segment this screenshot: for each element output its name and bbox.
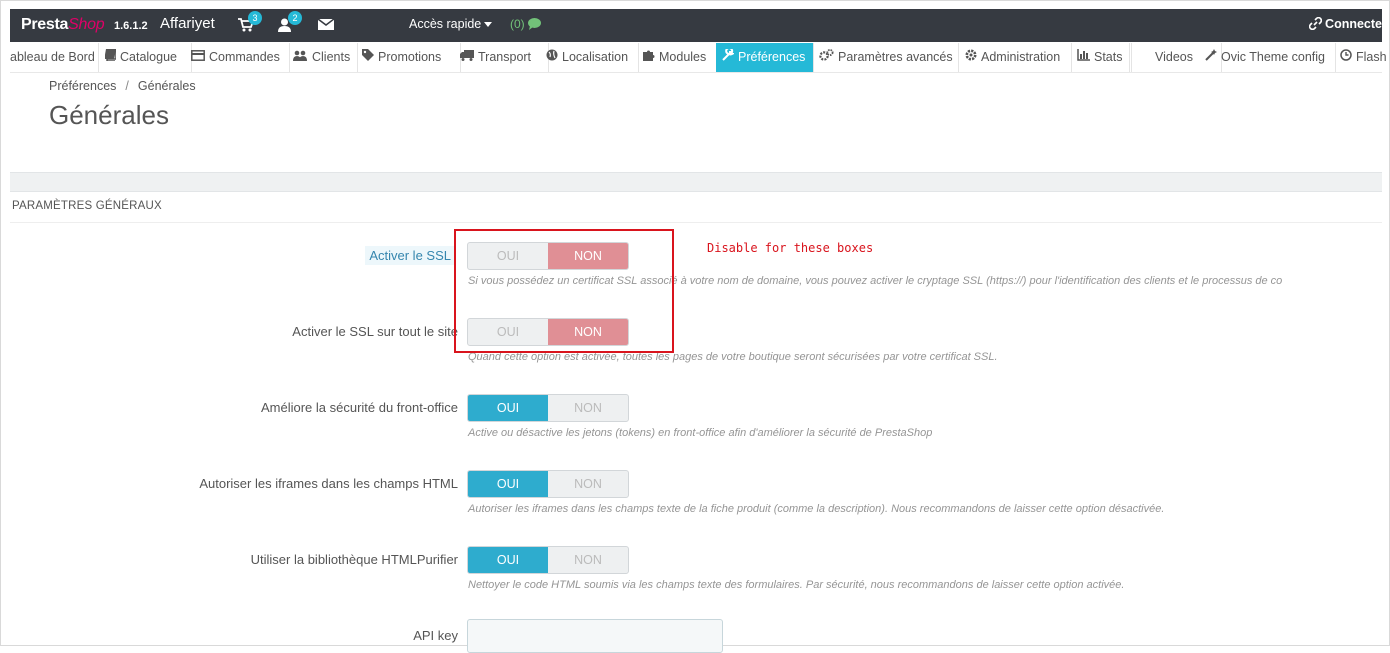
- nav-ovic-theme-config[interactable]: Ovic Theme config: [1198, 43, 1336, 72]
- page-frame: [0, 0, 1390, 646]
- nav-label: Commandes: [209, 50, 280, 64]
- logo-part-1: Presta: [21, 16, 69, 33]
- nav-label: Promotions: [378, 50, 442, 64]
- top-header: PrestaShop 1.6.1.2 Affariyet 3 2 Accès r…: [10, 9, 1382, 42]
- orders-notification[interactable]: 3: [238, 11, 262, 34]
- nav-localization[interactable]: Localisation: [538, 43, 639, 72]
- nav-label: Videos: [1155, 50, 1193, 64]
- toolbar-divider: [10, 172, 1382, 192]
- version-label: 1.6.1.2: [114, 20, 148, 32]
- page-title: Générales: [49, 100, 169, 130]
- breadcrumb: Préférences / Générales: [49, 79, 196, 93]
- front-office-security-label: Améliore la sécurité du front-office: [260, 400, 458, 415]
- nav-label: Catalogue: [120, 50, 177, 64]
- nav-administration[interactable]: Administration: [958, 43, 1072, 72]
- front-office-security-switch[interactable]: OUI NON: [467, 394, 629, 422]
- messages-notification[interactable]: [317, 18, 335, 34]
- nav-label: Administration: [981, 50, 1061, 64]
- htmlpurifier-switch-yes[interactable]: OUI: [468, 547, 548, 573]
- prestashop-logo[interactable]: PrestaShop: [21, 16, 105, 34]
- iframes-switch-no[interactable]: NON: [548, 471, 628, 497]
- front-office-security-switch-no[interactable]: NON: [548, 395, 628, 421]
- nav-label: Paramètres avancés: [838, 50, 953, 64]
- api-key-label: API key: [413, 628, 458, 643]
- envelope-icon: [317, 18, 335, 30]
- nav-label: Stats: [1094, 50, 1123, 64]
- front-office-security-help: Active ou désactive les jetons (tokens) …: [468, 427, 933, 439]
- link-icon: [1308, 16, 1322, 31]
- nav-label: ableau de Bord: [10, 50, 95, 64]
- annotation-highlight-box: [454, 229, 674, 353]
- nav-preferences[interactable]: Préférences: [716, 43, 814, 72]
- nav-label: Modules: [659, 50, 707, 64]
- users-icon: [293, 43, 308, 72]
- nav-label: Flash: [1356, 50, 1387, 64]
- credit-card-icon: [191, 43, 205, 72]
- nav-orders[interactable]: Commandes: [186, 43, 290, 72]
- nav-label: Préférences: [738, 50, 806, 64]
- puzzle-icon: [643, 43, 655, 72]
- nav-catalog[interactable]: Catalogue: [99, 43, 192, 72]
- wrench-icon: [722, 43, 736, 72]
- ssl-everywhere-label: Activer le SSL sur tout le site: [292, 324, 458, 339]
- caret-down-icon: [484, 22, 493, 28]
- clock-icon: [1340, 43, 1352, 72]
- message-count-label: (0): [510, 17, 525, 31]
- nav-modules[interactable]: Modules: [631, 43, 722, 72]
- annotation-text: Disable for these boxes: [707, 241, 874, 255]
- panel-heading: PARAMÈTRES GÉNÉRAUX: [12, 200, 162, 212]
- customers-notification[interactable]: 2: [278, 11, 302, 34]
- iframes-switch[interactable]: OUI NON: [467, 470, 629, 498]
- truck-icon: [460, 43, 474, 72]
- breadcrumb-parent[interactable]: Préférences: [49, 79, 116, 93]
- nav-flash[interactable]: Flash: [1334, 43, 1388, 72]
- api-key-input[interactable]: [467, 619, 723, 653]
- logo-part-2: Shop: [68, 16, 105, 33]
- customer-badge: 2: [288, 11, 302, 25]
- ssl-label[interactable]: Activer le SSL: [365, 246, 455, 265]
- cogs-icon: [819, 43, 834, 72]
- htmlpurifier-switch-no[interactable]: NON: [548, 547, 628, 573]
- nav-advanced-parameters[interactable]: Paramètres avancés: [814, 43, 959, 72]
- htmlpurifier-label: Utiliser la bibliothèque HTMLPurifier: [250, 552, 458, 567]
- main-navigation: ableau de Bord Catalogue Commandes Clien…: [10, 43, 1387, 73]
- connect-label: Connecte: [1325, 17, 1382, 31]
- cart-badge: 3: [248, 11, 262, 25]
- breadcrumb-current: Générales: [137, 79, 196, 93]
- magic-icon: [1205, 43, 1217, 72]
- nav-label: Clients: [312, 50, 351, 64]
- shop-name-link[interactable]: Affariyet: [160, 15, 215, 32]
- iframes-help: Autoriser les iframes dans les champs te…: [468, 503, 1165, 515]
- nav-dashboard[interactable]: ableau de Bord: [10, 43, 99, 72]
- nav-label: Ovic Theme config: [1221, 50, 1325, 64]
- nav-label: Localisation: [562, 50, 629, 64]
- nav-customers[interactable]: Clients: [285, 43, 358, 72]
- panel-divider: [10, 222, 1382, 223]
- nav-stats[interactable]: Stats: [1071, 43, 1130, 72]
- cog-icon: [965, 43, 977, 72]
- breadcrumb-separator: /: [125, 79, 129, 93]
- iframes-switch-yes[interactable]: OUI: [468, 471, 548, 497]
- book-icon: [104, 43, 117, 72]
- nav-label: Transport: [478, 50, 532, 64]
- speech-bubble-icon: [528, 18, 542, 30]
- message-count[interactable]: (0): [510, 17, 542, 31]
- globe-icon: [546, 43, 558, 72]
- htmlpurifier-help: Nettoyer le code HTML soumis via les cha…: [468, 579, 1125, 591]
- quick-access-label: Accès rapide: [409, 17, 482, 31]
- nav-promotions[interactable]: Promotions: [350, 43, 461, 72]
- htmlpurifier-switch[interactable]: OUI NON: [467, 546, 629, 574]
- tag-icon: [362, 43, 374, 72]
- connect-link[interactable]: Connecte: [1308, 16, 1382, 31]
- nav-shipping[interactable]: Transport: [449, 43, 549, 72]
- quick-access-menu[interactable]: Accès rapide: [409, 17, 493, 31]
- iframes-label: Autoriser les iframes dans les champs HT…: [199, 476, 458, 491]
- front-office-security-switch-yes[interactable]: OUI: [468, 395, 548, 421]
- bar-chart-icon: [1077, 43, 1090, 72]
